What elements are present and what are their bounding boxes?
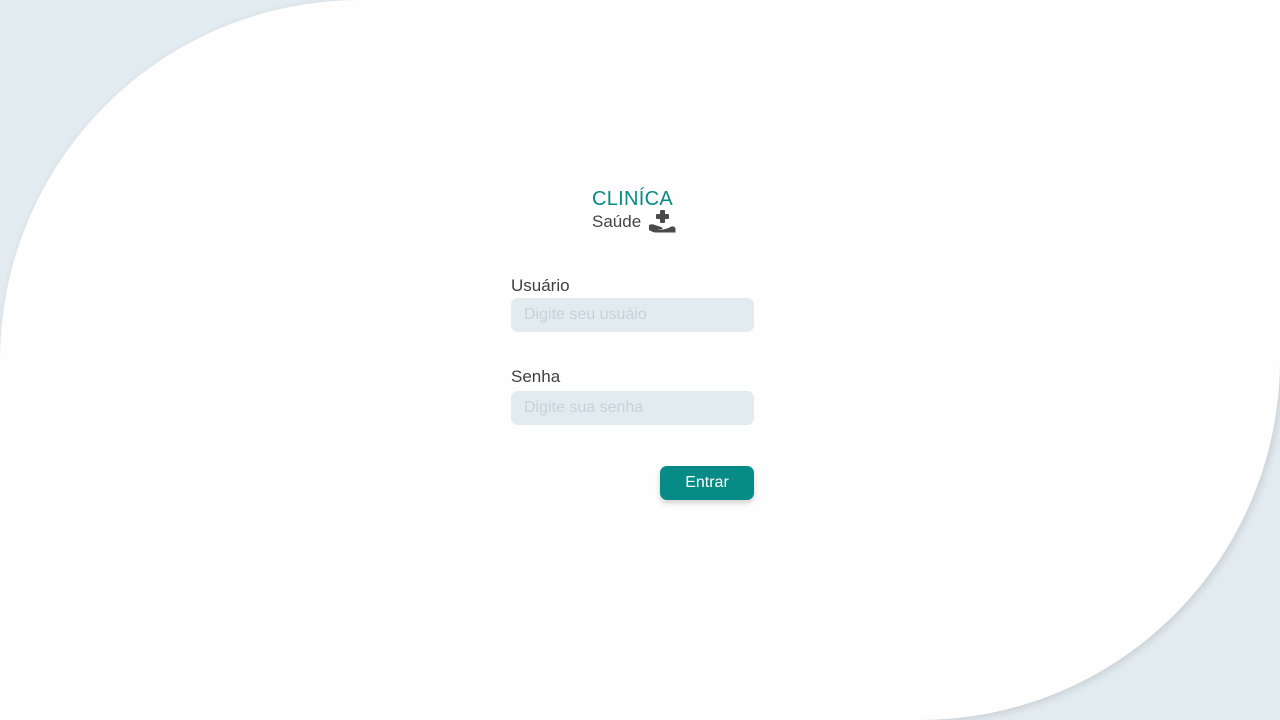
username-input[interactable] (511, 298, 754, 332)
brand-logo: CLINÍCA Saúde (592, 187, 692, 234)
password-input[interactable] (511, 391, 754, 425)
brand-subtitle-row: Saúde (592, 210, 692, 234)
password-label: Senha (511, 367, 561, 386)
username-label: Usuário (511, 276, 570, 295)
brand-title: CLINÍCA (592, 188, 674, 210)
brand-subtitle: Saúde (592, 212, 642, 231)
login-button[interactable]: Entrar (660, 466, 754, 500)
hand-holding-medical-icon (648, 210, 676, 234)
login-panel: CLINÍCA Saúde Usuário Senha Entrar (0, 0, 1280, 720)
